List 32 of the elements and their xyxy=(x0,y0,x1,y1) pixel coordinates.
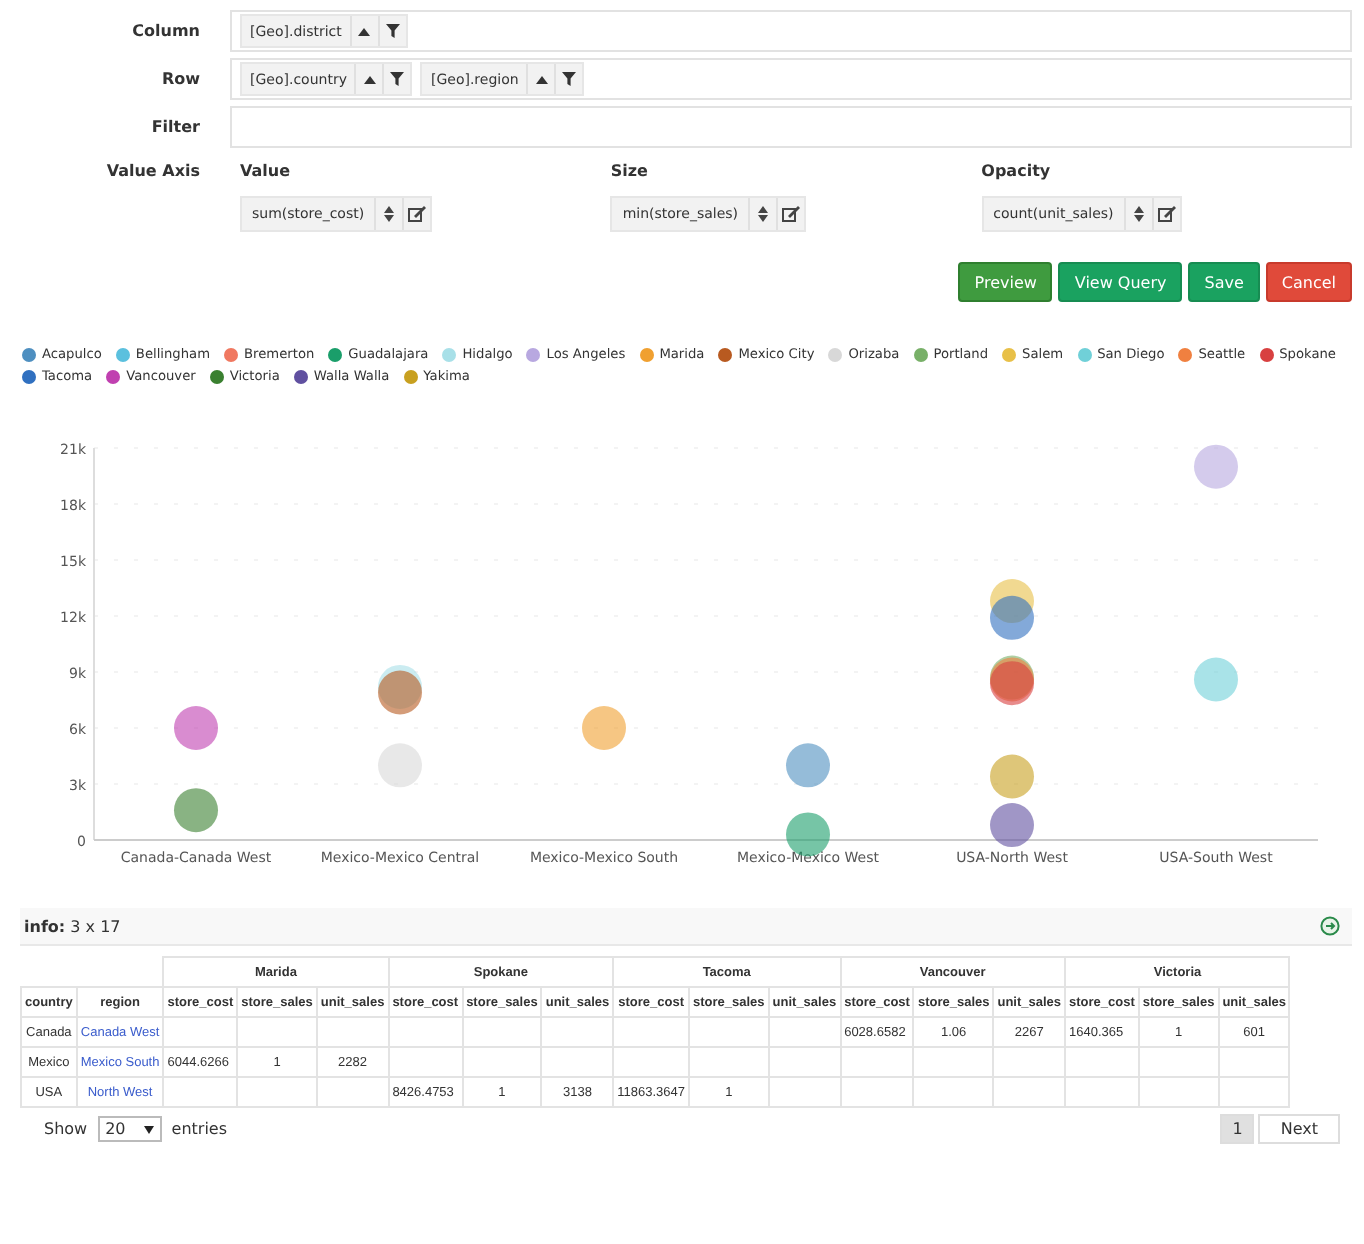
axis-label: Value xyxy=(240,162,293,180)
dropdown-icon xyxy=(143,1125,154,1133)
data-bubble xyxy=(1194,444,1238,489)
data-bubble xyxy=(990,595,1034,640)
entries-label: entries xyxy=(171,1120,228,1138)
filter-label: Filter xyxy=(149,118,202,136)
value-axis-label: Value Axis xyxy=(104,162,202,180)
axis-label: Opacity xyxy=(981,162,1053,180)
data-bubble xyxy=(174,788,218,833)
page-button[interactable]: 1 xyxy=(1220,1114,1255,1144)
edit-icon[interactable] xyxy=(776,198,805,230)
filter-drop-field[interactable] xyxy=(230,106,1352,148)
page-length-select[interactable]: 20 xyxy=(97,1116,162,1142)
data-bubble xyxy=(174,706,218,750)
data-bubble xyxy=(990,754,1034,799)
edit-icon[interactable] xyxy=(402,198,431,230)
edit-icon[interactable] xyxy=(1151,198,1180,230)
axis-label: Size xyxy=(610,162,650,180)
filter-icon[interactable] xyxy=(377,16,406,46)
info-text: info: 3 x 17 xyxy=(24,917,121,935)
export-icon[interactable] xyxy=(1320,916,1340,936)
row-label: Row xyxy=(159,70,202,88)
column-label: Column xyxy=(130,22,202,40)
action-button[interactable]: Cancel xyxy=(1265,262,1352,302)
show-label: Show xyxy=(44,1120,88,1138)
data-bubble xyxy=(990,803,1034,848)
page-button[interactable]: Next xyxy=(1258,1114,1340,1144)
data-bubble xyxy=(378,743,422,788)
data-bubble xyxy=(582,706,626,750)
data-bubble xyxy=(1194,657,1238,702)
action-button[interactable]: Preview xyxy=(958,262,1053,302)
data-bubble xyxy=(786,743,830,788)
